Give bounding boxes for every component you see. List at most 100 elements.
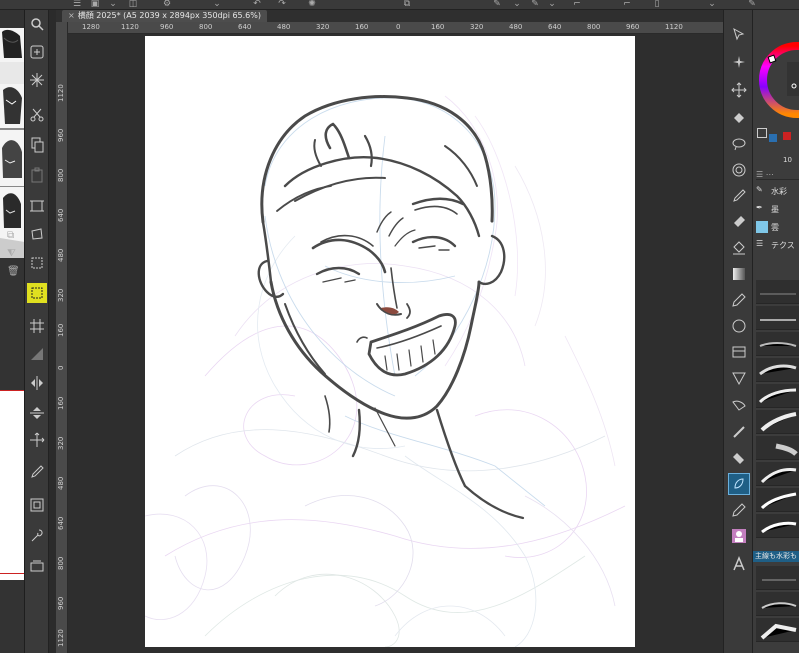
selection-highlight-icon[interactable]	[27, 283, 47, 303]
redo-icon[interactable]: ↷	[275, 0, 289, 9]
new-layer-icon[interactable]	[27, 42, 47, 62]
ellipse-icon[interactable]	[729, 316, 749, 336]
move-layer-icon[interactable]	[27, 430, 47, 450]
ruler-tick: 800	[587, 23, 601, 31]
chevron-down-icon[interactable]: ⌄	[545, 0, 559, 9]
scissors-icon[interactable]	[27, 105, 47, 125]
balloon-icon[interactable]	[729, 396, 749, 416]
brush-preset-selected[interactable]: 主線も水彩も	[753, 551, 799, 562]
phone-icon[interactable]: ▯	[650, 0, 664, 9]
stroke-preview[interactable]	[756, 592, 799, 616]
undo-icon[interactable]: ↶	[250, 0, 264, 9]
reference-page-2	[0, 390, 24, 580]
eraser-icon[interactable]	[729, 448, 749, 468]
pen-icon[interactable]: ✎	[745, 0, 759, 9]
transform-icon[interactable]	[27, 224, 47, 244]
left-tool-column	[25, 10, 49, 653]
stroke-preview[interactable]	[756, 566, 799, 590]
spiral-icon[interactable]	[729, 160, 749, 180]
move-icon[interactable]	[729, 80, 749, 100]
brush-item-ink[interactable]: ✒ 墨	[756, 200, 799, 218]
paste-icon[interactable]	[27, 165, 47, 185]
stroke-preview[interactable]	[756, 488, 799, 512]
scan-icon[interactable]	[27, 556, 47, 576]
ruler-tick: 0	[396, 23, 401, 31]
stroke-preview[interactable]	[756, 332, 799, 356]
filter-icon[interactable]: ⧨	[7, 248, 16, 259]
pen-icon[interactable]: ✎	[528, 0, 542, 9]
chevron-down-icon[interactable]: ⌄	[510, 0, 524, 9]
ruler-tick: 640	[57, 208, 65, 222]
sub-color-swatch[interactable]	[769, 134, 777, 142]
drawing-canvas[interactable]	[145, 36, 635, 647]
ruler-frame-icon[interactable]	[729, 342, 749, 362]
gradient-square-icon[interactable]	[729, 264, 749, 284]
fill-icon[interactable]	[729, 108, 749, 128]
ruler-icon[interactable]: ⌐	[620, 0, 634, 9]
close-icon[interactable]: ×	[68, 11, 75, 20]
red-guide-line	[0, 573, 24, 574]
copy-icon[interactable]	[27, 135, 47, 155]
canvas-workspace[interactable]	[68, 34, 723, 653]
sparkle-icon[interactable]	[729, 52, 749, 72]
avatar-icon[interactable]	[729, 526, 749, 546]
text-icon[interactable]	[729, 554, 749, 574]
main-color-swatch[interactable]	[757, 128, 767, 138]
triangle-icon[interactable]	[729, 368, 749, 388]
stroke-preview[interactable]	[756, 280, 799, 304]
stroke-preview[interactable]	[756, 358, 799, 382]
panel-header: ☰ ⋯	[756, 170, 799, 180]
trash-icon[interactable]: 🗑	[7, 266, 20, 277]
ruler-tick: 1120	[665, 23, 683, 31]
pen-icon[interactable]	[729, 290, 749, 310]
ruler-icon[interactable]: ⌐	[570, 0, 584, 9]
layer-copy-icon[interactable]: ⧉	[7, 230, 14, 241]
stroke-preview[interactable]	[756, 462, 799, 486]
sparkle-icon[interactable]	[27, 70, 47, 90]
frame-border-icon[interactable]	[27, 196, 47, 216]
ruler-tick: 160	[431, 23, 445, 31]
save-icon[interactable]: ▣	[88, 0, 102, 9]
pen-icon[interactable]: ✎	[490, 0, 504, 9]
stroke-preview[interactable]	[756, 410, 799, 434]
gradient-icon[interactable]	[27, 344, 47, 364]
stroke-preview[interactable]	[756, 618, 799, 642]
export-icon[interactable]: ◫	[126, 0, 140, 9]
transform-icon[interactable]: ⧉	[400, 0, 414, 9]
settings-icon[interactable]: ⚙	[160, 0, 174, 9]
pen-active-icon[interactable]	[728, 473, 750, 495]
lasso-icon[interactable]	[729, 134, 749, 154]
color-wheel[interactable]	[757, 30, 799, 120]
chevron-down-icon[interactable]: ⌄	[106, 0, 120, 9]
chevron-down-icon[interactable]: ⌄	[210, 0, 224, 9]
chevron-down-icon[interactable]: ⌄	[705, 0, 719, 9]
eyedropper-icon[interactable]	[27, 462, 47, 482]
grid-icon[interactable]	[27, 316, 47, 336]
stroke-preview[interactable]	[756, 306, 799, 330]
brush-label: 水彩	[771, 186, 787, 196]
brush-item-watercolor[interactable]: ✎ 水彩	[756, 182, 799, 200]
stroke-preview[interactable]	[756, 514, 799, 538]
brush-fill-icon[interactable]	[729, 212, 749, 232]
correction-icon[interactable]	[729, 422, 749, 442]
operation-icon[interactable]	[729, 24, 749, 44]
menu-icon[interactable]: ☰	[70, 0, 84, 9]
brush-item-cloud[interactable]: 雲	[756, 218, 799, 236]
pencil-icon[interactable]	[729, 500, 749, 520]
wrench-icon[interactable]	[27, 526, 47, 546]
magnifier-icon[interactable]	[27, 14, 47, 34]
rect-select-icon[interactable]	[27, 253, 47, 273]
eyedropper-icon[interactable]	[729, 186, 749, 206]
brush-item-texture[interactable]: ☰ テクス	[756, 236, 799, 254]
flip-horizontal-icon[interactable]	[27, 373, 47, 393]
spinner-icon[interactable]: ✺	[305, 0, 319, 9]
ruler-tick: 640	[548, 23, 562, 31]
document-tab[interactable]: × 横顔 2025* (A5 2039 x 2894px 350dpi 65.6%…	[62, 10, 267, 22]
ruler-tick: 1280	[82, 23, 100, 31]
ruler-tick: 960	[626, 23, 640, 31]
layer-property-icon[interactable]	[27, 495, 47, 515]
fill-bucket-icon[interactable]	[729, 238, 749, 258]
flip-vertical-icon[interactable]	[27, 403, 47, 423]
stroke-preview[interactable]	[756, 436, 799, 460]
stroke-preview[interactable]	[756, 384, 799, 408]
